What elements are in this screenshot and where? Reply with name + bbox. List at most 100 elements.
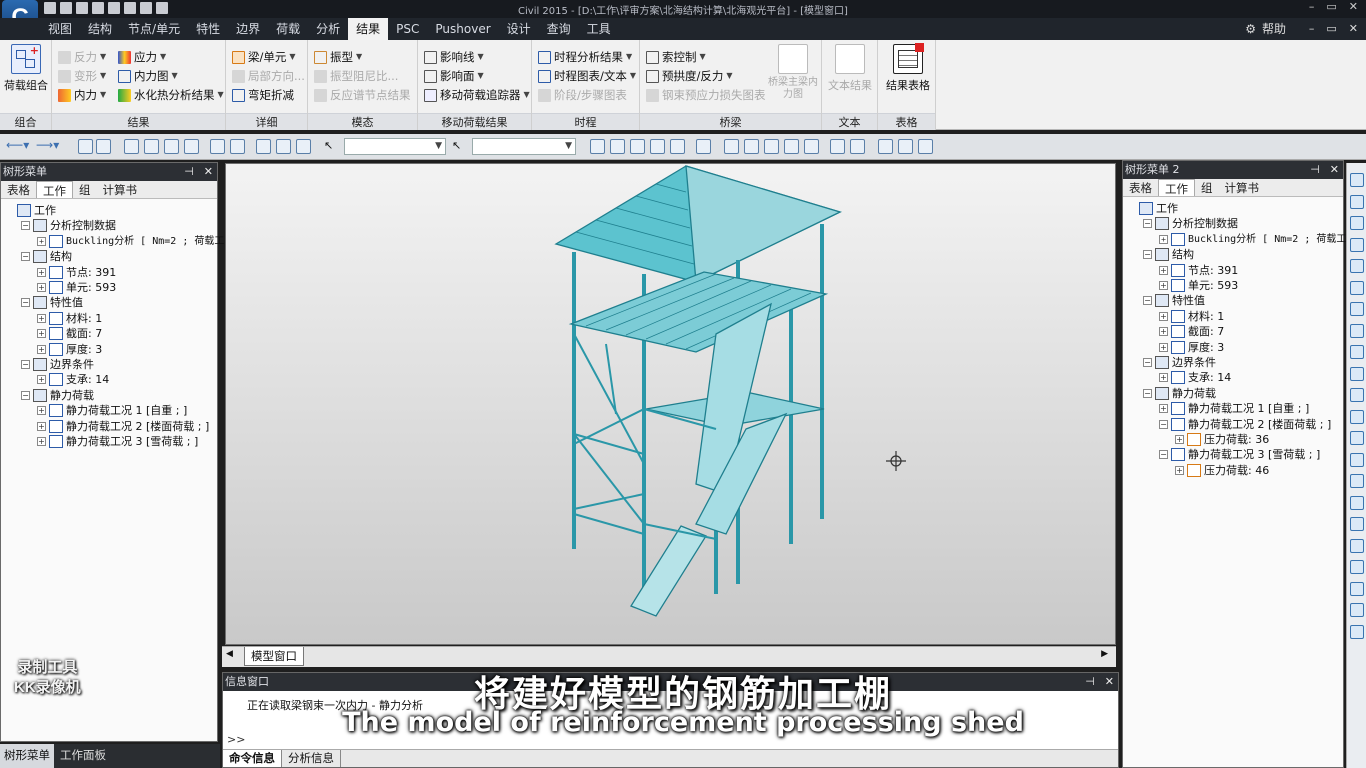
tree-item[interactable]: + 压力荷载: 46 xyxy=(1175,463,1269,478)
view-tool-icon[interactable] xyxy=(1350,495,1364,510)
tree-item[interactable]: − 分析控制数据 xyxy=(21,218,116,233)
collapse-toggle-icon[interactable]: − xyxy=(1143,250,1152,260)
force-diagram-button[interactable]: 内力图 ▼ xyxy=(118,67,178,85)
menu-tab-item[interactable]: 查询 xyxy=(539,18,579,40)
expand-toggle-icon[interactable]: + xyxy=(37,267,46,277)
gear-icon[interactable]: ⚙ xyxy=(1245,18,1256,40)
render-icon[interactable] xyxy=(804,139,819,154)
expand-toggle-icon[interactable]: + xyxy=(1159,311,1168,321)
expand-toggle-icon[interactable]: + xyxy=(1159,327,1168,337)
panel-tab[interactable]: 计算书 xyxy=(1219,179,1266,196)
cable-control-button[interactable]: 索控制 ▼ xyxy=(646,48,706,66)
range-icon[interactable] xyxy=(630,139,645,154)
tree-item[interactable]: + Buckling分析 [ Nm=2 ; 荷载工况 xyxy=(37,234,234,249)
select-polygon-icon[interactable] xyxy=(164,139,179,154)
influence-surface-button[interactable]: 影响面 ▼ xyxy=(424,67,484,85)
expand-toggle-icon[interactable]: + xyxy=(37,313,46,323)
prestress-loss-button[interactable]: 钢束预应力损失图表 xyxy=(646,86,766,104)
view-tool-icon[interactable] xyxy=(1350,603,1364,617)
expand-toggle-icon[interactable]: + xyxy=(1159,281,1168,290)
expand-toggle-icon[interactable]: + xyxy=(37,283,46,292)
panel-tab[interactable]: 工作 xyxy=(1158,179,1195,196)
spectrum-node-button[interactable]: 反应谱节点结果 xyxy=(314,86,411,104)
mode-damping-button[interactable]: 振型阻尼比... xyxy=(314,67,398,85)
select-intersect-icon[interactable] xyxy=(184,139,199,154)
view-tool-icon[interactable] xyxy=(1350,302,1364,316)
tree-item[interactable]: + 厚度: 3 xyxy=(1159,340,1224,355)
tree-item[interactable]: − 静力荷载工况 2 [楼面荷载 ; ] xyxy=(1159,417,1331,432)
menu-tab-item[interactable]: PSC xyxy=(388,18,427,40)
info-tab[interactable]: 命令信息 xyxy=(223,750,282,767)
influence-line-button[interactable]: 影响线 ▼ xyxy=(424,48,484,66)
heat-analysis-button[interactable]: 水化热分析结果 ▼ xyxy=(118,86,224,104)
collapse-toggle-icon[interactable]: − xyxy=(1143,358,1152,367)
tree-item[interactable]: − 边界条件 xyxy=(1143,355,1216,370)
tree-item[interactable]: − 静力荷载 xyxy=(21,388,94,403)
node-number-icon[interactable] xyxy=(830,139,845,154)
expand-toggle-icon[interactable]: + xyxy=(37,437,46,446)
next-icon[interactable] xyxy=(670,139,685,154)
help-menu[interactable]: ⚙ 帮助 xyxy=(1245,18,1286,40)
close-icon[interactable]: ✕ xyxy=(1349,18,1358,40)
expand-toggle-icon[interactable]: + xyxy=(1175,435,1184,444)
expand-toggle-icon[interactable]: + xyxy=(37,344,46,354)
unlock-icon[interactable] xyxy=(918,139,933,154)
panel-tab[interactable]: 表格 xyxy=(1123,179,1158,196)
tree-item[interactable]: + 节点: 391 xyxy=(37,265,116,280)
time-history-results-button[interactable]: 时程分析结果 ▼ xyxy=(538,48,632,66)
view-tool-icon[interactable] xyxy=(1350,431,1364,445)
result-table-button[interactable]: 结果表格 xyxy=(882,43,934,93)
collapse-toggle-icon[interactable]: − xyxy=(1143,296,1152,306)
tree-item[interactable]: + 材料: 1 xyxy=(37,311,102,326)
tree-item[interactable]: + 单元: 593 xyxy=(1159,278,1238,293)
view-tool-icon[interactable] xyxy=(1350,409,1364,424)
collapse-toggle-icon[interactable]: − xyxy=(1143,219,1152,229)
select-combo[interactable]: ▼ xyxy=(472,138,576,155)
tree-item[interactable]: + Buckling分析 [ Nm=2 ; 荷载工况输 xyxy=(1159,232,1366,247)
close-icon[interactable]: ✕ xyxy=(204,163,213,181)
view-tool-icon[interactable] xyxy=(1350,237,1364,252)
menu-tab-item[interactable]: 荷载 xyxy=(268,18,308,40)
activate-all-icon[interactable] xyxy=(256,139,271,154)
expand-toggle-icon[interactable]: + xyxy=(37,375,46,385)
play-icon[interactable] xyxy=(650,139,665,154)
panel-tab[interactable]: 表格 xyxy=(1,181,36,198)
display-icon[interactable] xyxy=(878,139,893,154)
restore-icon[interactable]: ▭ xyxy=(1326,18,1336,40)
expand-toggle-icon[interactable]: + xyxy=(1159,234,1168,244)
force-button[interactable]: 内力 ▼ xyxy=(58,86,106,104)
time-history-chart-button[interactable]: 时程图表/文本 ▼ xyxy=(538,67,636,85)
menu-tab-item[interactable]: 视图 xyxy=(40,18,80,40)
local-direction-button[interactable]: 局部方向... xyxy=(232,67,305,85)
pin-icon[interactable]: ⊣ xyxy=(1310,161,1320,179)
menu-tab-item[interactable]: 设计 xyxy=(499,18,539,40)
close-icon[interactable]: ✕ xyxy=(1330,161,1339,179)
tree-item[interactable]: + 材料: 1 xyxy=(1159,309,1224,324)
panel-tab[interactable]: 组 xyxy=(73,181,97,198)
zoom-fit-icon[interactable] xyxy=(724,139,739,154)
stress-button[interactable]: 应力 ▼ xyxy=(118,48,166,66)
view-tool-icon[interactable] xyxy=(1350,560,1364,574)
expand-toggle-icon[interactable]: + xyxy=(37,329,46,339)
model-viewport[interactable] xyxy=(225,163,1116,645)
scroll-left-icon[interactable]: ◀ xyxy=(226,649,233,659)
collapse-toggle-icon[interactable]: − xyxy=(21,360,30,369)
grid-icon[interactable] xyxy=(96,139,111,154)
menu-tab-item[interactable]: 分析 xyxy=(308,18,348,40)
collapse-toggle-icon[interactable]: − xyxy=(21,390,30,400)
tree-item[interactable]: + 静力荷载工况 2 [楼面荷载 ; ] xyxy=(37,419,209,434)
menu-tab-item[interactable]: 特性 xyxy=(188,18,228,40)
pointer-icon[interactable]: ↖ xyxy=(452,139,467,154)
close-icon[interactable]: ✕ xyxy=(1105,673,1114,691)
undo-icon[interactable]: ⟵▾ xyxy=(6,139,32,154)
expand-toggle-icon[interactable]: + xyxy=(1159,404,1168,414)
tree-item[interactable]: + 厚度: 3 xyxy=(37,342,102,357)
tree-item[interactable]: + 静力荷载工况 3 [雪荷载 ; ] xyxy=(37,434,198,449)
tree-item[interactable]: + 截面: 7 xyxy=(37,326,102,341)
minimize-icon[interactable]: – xyxy=(1309,0,1315,13)
expand-toggle-icon[interactable]: + xyxy=(1159,373,1168,383)
beam-element-button[interactable]: 梁/单元 ▼ xyxy=(232,48,296,66)
info-tab[interactable]: 分析信息 xyxy=(282,750,341,767)
stage-step-chart-button[interactable]: 阶段/步骤图表 xyxy=(538,86,627,104)
expand-toggle-icon[interactable]: + xyxy=(37,236,46,246)
